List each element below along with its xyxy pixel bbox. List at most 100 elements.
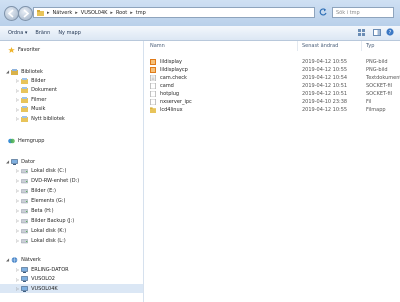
png-image-icon bbox=[150, 59, 156, 65]
column-header-type[interactable]: Typ bbox=[366, 43, 374, 49]
nav-drive[interactable]: ▷ DVD-RW-enhet (D:) bbox=[16, 176, 79, 185]
drive-icon bbox=[21, 228, 29, 233]
address-bar-area: ▸ Nätverk ▸ VUSOL04K ▸ Root ▸ tmp Sök i … bbox=[0, 0, 400, 27]
nav-computer[interactable]: ◢ Dator bbox=[6, 157, 35, 166]
collapse-icon: ◢ bbox=[6, 69, 10, 74]
file-name: nxserver_ipc bbox=[160, 99, 192, 105]
nav-drive[interactable]: ▷ Lokal disk (L:) bbox=[16, 236, 66, 245]
nav-drive[interactable]: ▷ Beta (H:) bbox=[16, 206, 54, 215]
file-name: lcd4linux bbox=[160, 107, 183, 113]
refresh-icon[interactable] bbox=[318, 7, 328, 18]
expand-icon: ▷ bbox=[16, 276, 20, 282]
forward-button[interactable] bbox=[18, 6, 33, 21]
forward-arrow-icon bbox=[23, 9, 30, 18]
file-name: lildisplay bbox=[160, 59, 182, 65]
back-arrow-icon bbox=[7, 9, 14, 18]
file-date: 2019-04-12 10:51 bbox=[302, 91, 348, 97]
burn-button[interactable]: Bränn bbox=[35, 30, 50, 36]
view-controls: ? bbox=[358, 28, 394, 36]
file-row[interactable]: cam.check 2019-04-12 10:54 Textdokument bbox=[144, 74, 400, 82]
library-folder-icon bbox=[21, 77, 29, 84]
new-folder-button[interactable]: Ny mapp bbox=[58, 30, 81, 36]
folder-icon bbox=[37, 9, 44, 16]
expand-icon: ▷ bbox=[16, 116, 20, 121]
file-row[interactable]: lcd4linux 2019-04-12 10:55 Filmapp bbox=[144, 106, 400, 114]
nav-drive[interactable]: ▷ Bilder Backup (J:) bbox=[16, 216, 74, 225]
file-row[interactable]: lildisplay 2019-04-12 10:55 PNG-bild bbox=[144, 58, 400, 66]
breadcrumb-tmp[interactable]: tmp bbox=[136, 10, 146, 16]
expand-icon: ▷ bbox=[16, 267, 20, 272]
file-type: SOCKET-fil bbox=[366, 91, 392, 97]
expand-icon: ▷ bbox=[16, 208, 20, 213]
collapse-icon: ◢ bbox=[6, 257, 10, 262]
folder-icon bbox=[150, 107, 156, 113]
file-name: hotplug bbox=[160, 91, 180, 97]
breadcrumb-network[interactable]: Nätverk bbox=[53, 10, 73, 16]
file-type: PNG-bild bbox=[366, 67, 388, 73]
file-name: cam.check bbox=[160, 75, 187, 81]
preview-pane-icon[interactable] bbox=[373, 28, 381, 36]
nav-library-item[interactable]: ▷ Nytt bibliotek bbox=[16, 114, 65, 123]
breadcrumb-vusol04k[interactable]: VUSOL04K bbox=[81, 10, 108, 16]
nav-homegroup[interactable]: Hemgrupp bbox=[8, 136, 44, 145]
expand-icon: ▷ bbox=[16, 198, 20, 203]
file-date: 2019-04-12 10:54 bbox=[302, 75, 348, 81]
file-row[interactable]: lildisplaycp 2019-04-12 10:55 PNG-bild bbox=[144, 66, 400, 74]
change-view-icon[interactable] bbox=[358, 28, 368, 36]
column-header-name[interactable]: Namn bbox=[150, 43, 165, 49]
library-folder-icon bbox=[21, 96, 29, 103]
file-row[interactable]: nxserver_ipc 2019-04-10 23:38 Fil bbox=[144, 98, 400, 106]
file-icon bbox=[150, 98, 156, 106]
navigation-pane: Favoriter ◢ Bibliotek ▷ Bilder ▷ Dokument ▷ F… bbox=[0, 41, 144, 302]
computer-icon bbox=[21, 285, 28, 292]
nav-network-computer[interactable]: ▷ VUSOLO2 bbox=[16, 275, 55, 284]
nav-drive[interactable]: ▷ Bilder (E:) bbox=[16, 186, 56, 195]
nav-libraries[interactable]: ◢ Bibliotek bbox=[6, 67, 43, 76]
expand-icon: ▷ bbox=[16, 178, 20, 183]
file-date: 2019-04-12 10:55 bbox=[302, 107, 348, 113]
nav-network-computer[interactable]: ▷ VUSOL04K bbox=[0, 284, 143, 293]
nav-library-item[interactable]: ▷ Dokument bbox=[16, 86, 57, 95]
nav-drive[interactable]: ▷ Lokal disk (C:) bbox=[16, 166, 66, 175]
back-button[interactable] bbox=[4, 6, 19, 21]
nav-library-item[interactable]: ▷ Filmer bbox=[16, 95, 46, 104]
expand-icon: ▷ bbox=[16, 87, 20, 93]
nav-drive[interactable]: ▷ Elements (G:) bbox=[16, 196, 65, 205]
expand-icon: ▷ bbox=[16, 78, 20, 83]
library-folder-icon bbox=[21, 106, 29, 112]
nav-favorites[interactable]: Favoriter bbox=[8, 45, 40, 54]
collapse-icon: ◢ bbox=[6, 159, 10, 164]
nav-drive[interactable]: ▷ Lokal disk (K:) bbox=[16, 226, 66, 235]
text-document-icon bbox=[150, 74, 156, 82]
library-folder-icon bbox=[21, 115, 29, 122]
expand-icon: ▷ bbox=[16, 228, 20, 233]
breadcrumb-root[interactable]: Root bbox=[116, 10, 127, 16]
file-date: 2019-04-12 10:55 bbox=[302, 67, 348, 73]
search-input[interactable]: Sök i tmp bbox=[332, 7, 394, 18]
column-header-date[interactable]: Senast ändrad bbox=[302, 43, 338, 49]
computer-icon bbox=[21, 266, 28, 273]
expand-icon: ▷ bbox=[16, 188, 20, 193]
expand-icon: ▷ bbox=[16, 218, 20, 223]
file-date: 2019-04-10 23:38 bbox=[302, 99, 348, 105]
library-icon bbox=[11, 68, 19, 75]
nav-network[interactable]: ◢ Nätverk bbox=[6, 255, 41, 264]
nav-library-item[interactable]: ▷ Bilder bbox=[16, 76, 46, 85]
nav-library-item[interactable]: ▷ Musik bbox=[16, 105, 45, 114]
file-type: Fil bbox=[366, 99, 372, 105]
expand-icon: ▷ bbox=[16, 106, 20, 112]
nav-network-computer[interactable]: ▷ ERLING-DATOR bbox=[16, 265, 69, 274]
file-type: Textdokument bbox=[366, 75, 400, 81]
file-row[interactable]: camd 2019-04-12 10:51 SOCKET-fil bbox=[144, 82, 400, 90]
file-type: PNG-bild bbox=[366, 59, 388, 65]
file-type: SOCKET-fil bbox=[366, 83, 392, 89]
drive-icon bbox=[21, 168, 29, 173]
drive-icon bbox=[21, 178, 29, 183]
computer-icon bbox=[21, 276, 28, 282]
help-icon[interactable]: ? bbox=[386, 28, 394, 36]
address-field[interactable]: ▸ Nätverk ▸ VUSOL04K ▸ Root ▸ tmp bbox=[33, 7, 315, 18]
file-row[interactable]: hotplug 2019-04-12 10:51 SOCKET-fil bbox=[144, 90, 400, 98]
png-image-icon bbox=[150, 67, 156, 73]
organize-button[interactable]: Ordna ▾ bbox=[8, 30, 27, 36]
file-icon bbox=[150, 90, 156, 98]
